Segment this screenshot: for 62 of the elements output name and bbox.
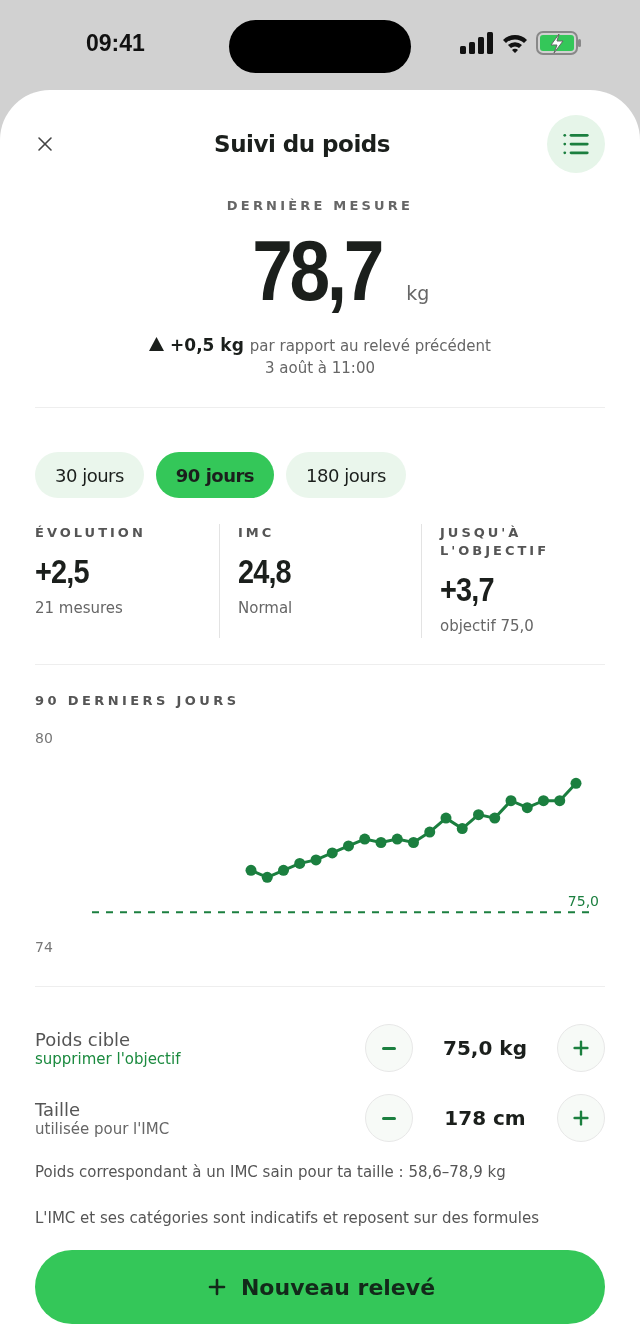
period-tab[interactable]: 180 jours bbox=[286, 452, 406, 498]
stat-note: objectif 75,0 bbox=[440, 617, 535, 635]
stat-value: +2,5 bbox=[35, 552, 90, 591]
delta-caption: par rapport au relevé précédent bbox=[249, 337, 491, 355]
setting-value: 178 cm bbox=[443, 1106, 527, 1130]
info-text: Poids correspondant à un IMC sain pour ta taille : 58,6–78,9 kg bbox=[35, 1163, 507, 1183]
up-triangle-icon bbox=[149, 337, 165, 351]
data-point bbox=[408, 837, 419, 848]
info-text: L'IMC et ses catégories sont indicatifs et reposent sur des formules bbox=[35, 1208, 540, 1228]
period-tab[interactable]: 30 jours bbox=[35, 452, 144, 498]
section-label: DERNIÈRE MESURE bbox=[226, 198, 414, 213]
stat-note: 21 mesures bbox=[35, 599, 124, 617]
status-time: 09:41 bbox=[86, 29, 145, 57]
signal-icon bbox=[460, 32, 494, 54]
data-point bbox=[570, 777, 582, 789]
axis-label: 80 bbox=[35, 730, 53, 746]
stat-label: JUSQU'À L'OBJECTIF bbox=[440, 524, 551, 560]
data-point bbox=[473, 809, 484, 821]
minus-icon bbox=[382, 1046, 396, 1050]
data-point bbox=[278, 864, 289, 876]
increase-button[interactable] bbox=[557, 1094, 605, 1142]
data-point bbox=[391, 833, 403, 845]
weight-delta: +0,5 kg bbox=[170, 335, 244, 355]
stat-label: IMC bbox=[238, 524, 276, 542]
stat-value: 24,8 bbox=[238, 552, 292, 591]
target-label: 75,0 bbox=[567, 893, 599, 910]
stat-label: ÉVOLUTION bbox=[35, 524, 147, 542]
measure-date: 3 août à 11:00 bbox=[265, 359, 375, 377]
increase-button[interactable] bbox=[557, 1024, 605, 1072]
weight-unit: kg bbox=[406, 282, 430, 304]
axis-label: 74 bbox=[35, 939, 53, 955]
chart-title: 90 DERNIERS JOURS bbox=[35, 693, 241, 708]
data-point bbox=[538, 795, 549, 807]
data-point bbox=[489, 812, 501, 824]
data-point bbox=[326, 847, 338, 859]
setting-label: Taille bbox=[35, 1098, 82, 1120]
data-point bbox=[440, 812, 452, 824]
setting-value: 75,0 kg bbox=[442, 1036, 528, 1060]
data-point bbox=[294, 857, 306, 869]
data-point bbox=[310, 854, 322, 866]
stat-note: Normal bbox=[238, 599, 294, 617]
wifi-icon bbox=[502, 33, 528, 53]
new-entry-button[interactable]: Nouveau relevé bbox=[35, 1250, 605, 1324]
data-point bbox=[375, 837, 387, 848]
data-point bbox=[343, 840, 354, 852]
data-point bbox=[245, 864, 257, 876]
minus-icon bbox=[382, 1116, 396, 1120]
data-point bbox=[505, 795, 517, 807]
remove-goal-link[interactable]: supprimer l'objectif bbox=[35, 1049, 365, 1068]
data-point bbox=[261, 871, 273, 883]
stat-value: +3,7 bbox=[440, 570, 495, 609]
setting-label: Poids cible bbox=[35, 1028, 132, 1050]
weight-value: 78,7 bbox=[252, 227, 381, 313]
data-point bbox=[456, 823, 468, 835]
data-point bbox=[359, 833, 371, 845]
period-tab[interactable]: 90 jours bbox=[155, 452, 275, 498]
screen-title: Suivi du poids bbox=[214, 131, 390, 157]
battery-icon bbox=[536, 31, 582, 55]
data-point bbox=[424, 826, 436, 838]
data-point bbox=[554, 795, 566, 807]
setting-note: utilisée pour l'IMC bbox=[35, 1119, 171, 1138]
data-point bbox=[521, 802, 533, 814]
